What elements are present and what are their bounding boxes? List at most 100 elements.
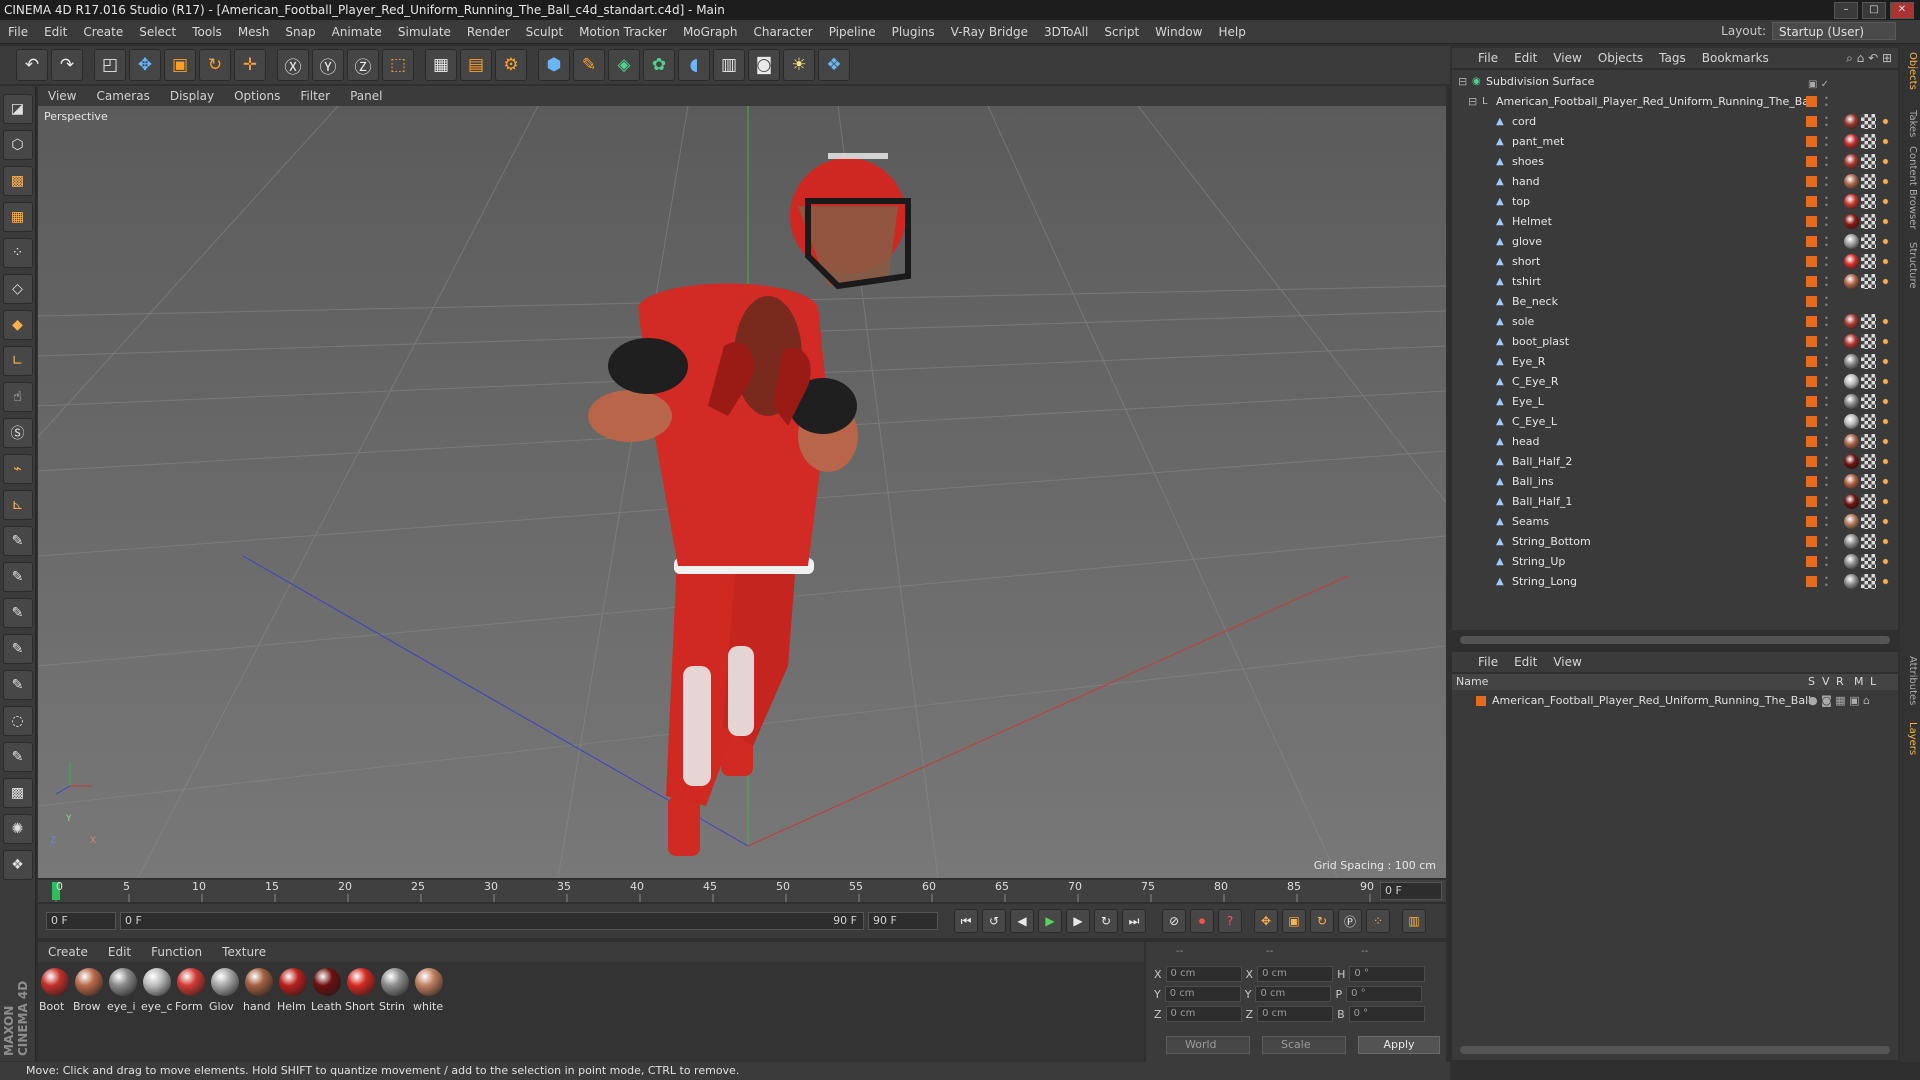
material-tag-icon[interactable] <box>1844 494 1859 509</box>
material-menu-edit[interactable]: Edit <box>98 945 141 959</box>
brush-icon-2[interactable]: ✎ <box>2 562 33 592</box>
axis-mode-icon[interactable]: ∟ <box>2 346 33 376</box>
visibility-dots-icon[interactable]: • • <box>1824 355 1830 370</box>
texture-tag-icon[interactable] <box>1861 374 1876 389</box>
phong-tag-icon[interactable] <box>1878 394 1893 409</box>
rotate-icon[interactable]: ↻ <box>199 49 231 81</box>
next-key-icon[interactable]: ↻ <box>1094 909 1118 933</box>
layer-toggle-icons[interactable]: ● ◙ ▦ ▣ ⌂ <box>1808 692 1870 710</box>
phong-tag-icon[interactable] <box>1878 494 1893 509</box>
menu-pipeline[interactable]: Pipeline <box>821 20 884 44</box>
record-keys-icon[interactable]: ⏺ <box>1190 909 1214 933</box>
visibility-dots-icon[interactable]: • • <box>1824 155 1830 170</box>
minimize-button[interactable]: – <box>1834 2 1858 19</box>
3d-viewport[interactable]: ✥ Perspective Grid Spacing : 100 cm ✥ ⇕ … <box>38 106 1446 878</box>
coordinate-system-icon[interactable]: ⬚ <box>382 49 414 81</box>
material-tag-icon[interactable] <box>1844 274 1859 289</box>
tab-layers[interactable]: Layers <box>1902 722 1918 755</box>
phong-tag-icon[interactable] <box>1878 274 1893 289</box>
menu-mograph[interactable]: MoGraph <box>675 20 746 44</box>
tree-row[interactable]: ▲ cord • • <box>1452 112 1898 132</box>
size-z-field[interactable]: 0 cm <box>1257 1006 1334 1022</box>
material-tag-icon[interactable] <box>1844 414 1859 429</box>
viewport-menu-cameras[interactable]: Cameras <box>86 89 159 103</box>
phong-tag-icon[interactable] <box>1878 354 1893 369</box>
texture-mode-icon[interactable]: ▩ <box>2 166 33 196</box>
material-swatch[interactable]: eye_c <box>141 968 173 1056</box>
solo-icon[interactable]: Ⓢ <box>2 418 33 448</box>
texture-tag-icon[interactable] <box>1861 154 1876 169</box>
key-rotation-icon[interactable]: ↻ <box>1310 909 1334 933</box>
texture-tag-icon[interactable] <box>1861 254 1876 269</box>
key-parameter-icon[interactable]: Ⓟ <box>1338 909 1362 933</box>
visibility-dots-icon[interactable]: • • <box>1824 275 1830 290</box>
autokey-icon[interactable]: ? <box>1218 909 1242 933</box>
viewport-menu-display[interactable]: Display <box>160 89 224 103</box>
texture-tag-icon[interactable] <box>1861 394 1876 409</box>
play-icon[interactable]: ▶ <box>1038 909 1062 933</box>
menu-render[interactable]: Render <box>459 20 518 44</box>
menu-window[interactable]: Window <box>1147 20 1210 44</box>
phong-tag-icon[interactable] <box>1878 214 1893 229</box>
phong-tag-icon[interactable] <box>1878 254 1893 269</box>
tree-row[interactable]: ▲ boot_plast • • <box>1452 332 1898 352</box>
tree-row[interactable]: ▲ Ball_ins • • <box>1452 472 1898 492</box>
tree-row[interactable]: ▲ tshirt • • <box>1452 272 1898 292</box>
texture-tag-icon[interactable] <box>1861 474 1876 489</box>
phong-tag-icon[interactable] <box>1878 174 1893 189</box>
material-tag-icon[interactable] <box>1844 314 1859 329</box>
menu-file[interactable]: File <box>0 20 36 44</box>
tree-row[interactable]: ▲ Eye_R • • <box>1452 352 1898 372</box>
phong-tag-icon[interactable] <box>1878 454 1893 469</box>
render-settings-icon[interactable]: ⚙ <box>495 49 527 81</box>
visibility-dots-icon[interactable]: • • <box>1824 555 1830 570</box>
material-tag-icon[interactable] <box>1844 394 1859 409</box>
visibility-dots-icon[interactable]: • • <box>1824 135 1830 150</box>
tab-content-browser[interactable]: Content Browser <box>1902 146 1918 229</box>
position-y-field[interactable]: 0 cm <box>1164 986 1241 1002</box>
visibility-dots-icon[interactable]: • • <box>1824 535 1830 550</box>
size-x-field[interactable]: 0 cm <box>1257 966 1334 982</box>
tab-objects[interactable]: Objects <box>1902 52 1918 90</box>
tree-row[interactable]: ▲ String_Long • • <box>1452 572 1898 592</box>
rotation-p-field[interactable]: 0 ° <box>1346 986 1423 1002</box>
phong-tag-icon[interactable] <box>1878 474 1893 489</box>
timeline-window-icon[interactable]: ▥ <box>1402 909 1426 933</box>
texture-tag-icon[interactable] <box>1861 314 1876 329</box>
menu-animate[interactable]: Animate <box>324 20 390 44</box>
grid-lock-icon[interactable]: ▩ <box>2 778 33 808</box>
material-swatch[interactable]: Short <box>345 968 376 1056</box>
viewport-menu-filter[interactable]: Filter <box>290 89 340 103</box>
frame-range-slider[interactable]: 0 F 90 F <box>120 912 864 930</box>
phong-tag-icon[interactable] <box>1878 154 1893 169</box>
tree-row[interactable]: ▲ glove • • <box>1452 232 1898 252</box>
size-y-field[interactable]: 0 cm <box>1255 986 1332 1002</box>
texture-tag-icon[interactable] <box>1861 534 1876 549</box>
sculpt-icon[interactable]: ✺ <box>2 814 33 844</box>
workplane-icon[interactable]: ▦ <box>2 202 33 232</box>
tree-row[interactable]: ▲ String_Bottom • • <box>1452 532 1898 552</box>
visibility-dots-icon[interactable]: • • <box>1824 255 1830 270</box>
menu-select[interactable]: Select <box>131 20 184 44</box>
tab-attributes[interactable]: Attributes <box>1902 656 1918 705</box>
layer-menu-edit[interactable]: Edit <box>1506 655 1545 669</box>
tree-row[interactable]: ▲ Helmet • • <box>1452 212 1898 232</box>
menu-simulate[interactable]: Simulate <box>390 20 459 44</box>
menu-snap[interactable]: Snap <box>277 20 323 44</box>
position-x-field[interactable]: 0 cm <box>1165 966 1242 982</box>
visibility-dots-icon[interactable]: • • <box>1824 455 1830 470</box>
live-selection-icon[interactable]: ◰ <box>94 49 126 81</box>
texture-tag-icon[interactable] <box>1861 554 1876 569</box>
apply-button[interactable]: Apply <box>1358 1036 1440 1054</box>
layer-scrollbar[interactable] <box>1460 1046 1890 1054</box>
tree-row[interactable]: ▲ top • • <box>1452 192 1898 212</box>
tree-row[interactable]: ▲ sole • • <box>1452 312 1898 332</box>
menu-create[interactable]: Create <box>75 20 131 44</box>
material-menu-function[interactable]: Function <box>141 945 212 959</box>
polygons-mode-icon[interactable]: ◆ <box>2 310 33 340</box>
timeline-ruler[interactable]: 0 5 10 15 20 25 30 35 40 45 50 55 60 65 … <box>38 880 1446 902</box>
menu-character[interactable]: Character <box>745 20 820 44</box>
om-menu-bookmarks[interactable]: Bookmarks <box>1694 51 1777 65</box>
render-picture-viewer-icon[interactable]: ▤ <box>460 49 492 81</box>
rotation-b-field[interactable]: 0 ° <box>1348 1006 1425 1022</box>
